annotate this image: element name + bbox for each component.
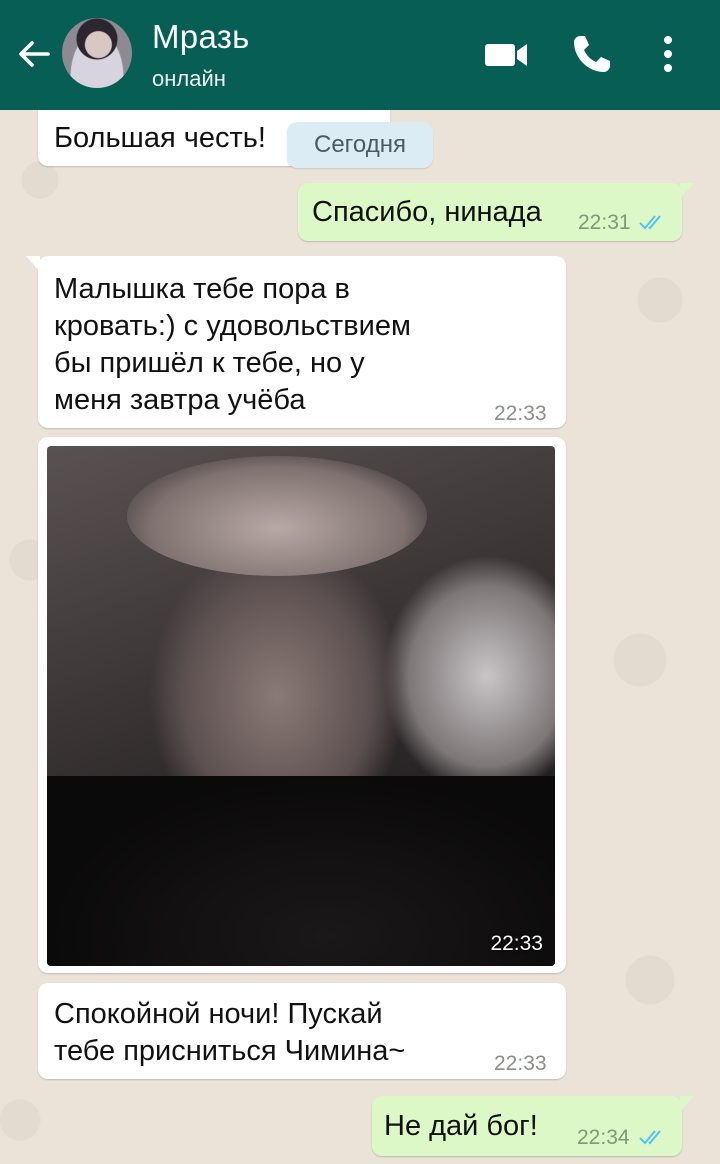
message-outgoing[interactable]: Не дай бог! 22:34 [372,1096,694,1156]
photo-detail [127,456,427,576]
message-text: Малышка тебе пора в кровать:) с удовольс… [54,273,411,416]
photo-image[interactable]: 22:33 [47,446,555,966]
bubble-tail [680,183,694,199]
message-incoming[interactable]: Малышка тебе пора в кровать:) с удовольс… [26,256,566,428]
message-outgoing[interactable]: Спасибо, нинада 22:31 [298,183,694,241]
message-text: Большая честь! [54,122,266,154]
avatar[interactable] [62,18,132,88]
date-separator: Сегодня [287,122,433,168]
message-time: 22:33 [494,1052,547,1075]
message-incoming[interactable]: Спокойной ночи! Пускай тебе присниться Ч… [38,983,566,1079]
bubble-tail [26,256,40,272]
message-text: Спокойной ночи! Пускай тебе присниться Ч… [54,998,406,1067]
phone-icon[interactable] [568,30,616,78]
message-time: 22:33 [494,402,547,425]
contact-name[interactable]: Мразь [152,18,250,56]
contact-status: онлайн [152,66,226,91]
double-check-icon [638,1120,668,1145]
video-call-icon[interactable] [482,30,530,78]
message-photo[interactable]: 22:33 [38,437,566,973]
photo-detail [47,776,555,966]
back-arrow-icon[interactable] [14,34,54,74]
message-text: Спасибо, нинада [312,196,542,228]
more-vert-icon[interactable] [650,30,686,78]
message-text: Не дай бог! [384,1110,538,1142]
chat-header: Мразь онлайн [0,0,720,110]
double-check-icon [638,205,668,230]
bubble-tail [680,1096,694,1112]
photo-time: 22:33 [490,932,543,955]
message-time: 22:31 [578,211,631,234]
message-time: 22:34 [577,1126,630,1149]
